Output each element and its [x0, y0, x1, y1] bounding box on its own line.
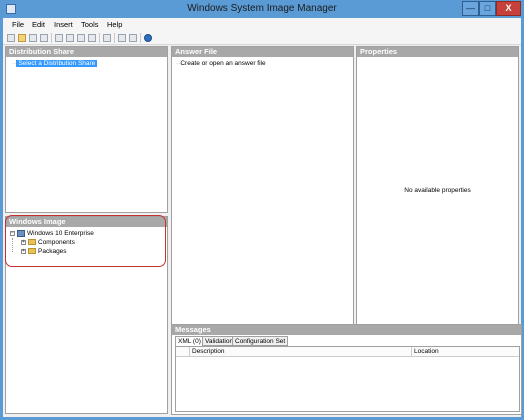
- no-properties-text: No available properties: [404, 187, 471, 194]
- menu-bar: File Edit Insert Tools Help: [3, 18, 521, 31]
- validate-icon[interactable]: [118, 34, 126, 42]
- answer-file-item[interactable]: ··Create or open an answer file: [176, 60, 266, 67]
- delete-icon[interactable]: [88, 34, 96, 42]
- save-icon[interactable]: [40, 34, 48, 42]
- messages-pane: Messages XML (0) Validation Configuratio…: [171, 324, 522, 415]
- search-icon[interactable]: [103, 34, 111, 42]
- column-description[interactable]: Description: [190, 347, 412, 356]
- menu-insert[interactable]: Insert: [54, 20, 73, 29]
- messages-grid-header: Description Location: [176, 347, 519, 357]
- highlight-annotation: [5, 215, 166, 267]
- application-window: Windows System Image Manager — □ X File …: [0, 0, 524, 420]
- messages-grid: Description Location: [175, 346, 520, 412]
- open-folder-icon[interactable]: [18, 34, 26, 42]
- toolbar: [3, 31, 521, 45]
- window-title: Windows System Image Manager: [187, 3, 337, 14]
- client-area: File Edit Insert Tools Help Distribution…: [3, 18, 522, 417]
- column-location[interactable]: Location: [412, 347, 519, 356]
- distribution-share-item[interactable]: ·· Select a Distribution Share: [12, 60, 98, 67]
- properties-pane: Properties No available properties: [356, 46, 519, 339]
- close-button[interactable]: X: [496, 1, 521, 16]
- menu-help[interactable]: Help: [107, 20, 122, 29]
- tab-validation[interactable]: Validation: [202, 336, 237, 346]
- menu-file[interactable]: File: [12, 20, 24, 29]
- title-bar[interactable]: Windows System Image Manager — □ X: [0, 0, 524, 18]
- tab-configuration-set[interactable]: Configuration Set: [232, 336, 289, 346]
- new-file-icon[interactable]: [7, 34, 15, 42]
- answer-file-pane: Answer File ··Create or open an answer f…: [171, 46, 354, 339]
- paste-icon[interactable]: [77, 34, 85, 42]
- maximize-button[interactable]: □: [479, 1, 496, 16]
- column-spacer: [176, 347, 190, 356]
- copy-icon[interactable]: [66, 34, 74, 42]
- properties-header: Properties: [357, 47, 518, 57]
- answer-file-header: Answer File: [172, 47, 353, 57]
- messages-header: Messages: [172, 325, 521, 335]
- select-distribution-share-label[interactable]: Select a Distribution Share: [16, 60, 98, 67]
- menu-edit[interactable]: Edit: [32, 20, 45, 29]
- distribution-share-header: Distribution Share: [6, 47, 167, 57]
- help-icon[interactable]: [144, 34, 152, 42]
- minimize-button[interactable]: —: [462, 1, 479, 16]
- distribution-share-pane: Distribution Share ·· Select a Distributi…: [5, 46, 168, 213]
- create-config-set-icon[interactable]: [129, 34, 137, 42]
- menu-tools[interactable]: Tools: [81, 20, 99, 29]
- cut-icon[interactable]: [55, 34, 63, 42]
- close-file-icon[interactable]: [29, 34, 37, 42]
- create-open-answer-file-label[interactable]: Create or open an answer file: [180, 60, 265, 67]
